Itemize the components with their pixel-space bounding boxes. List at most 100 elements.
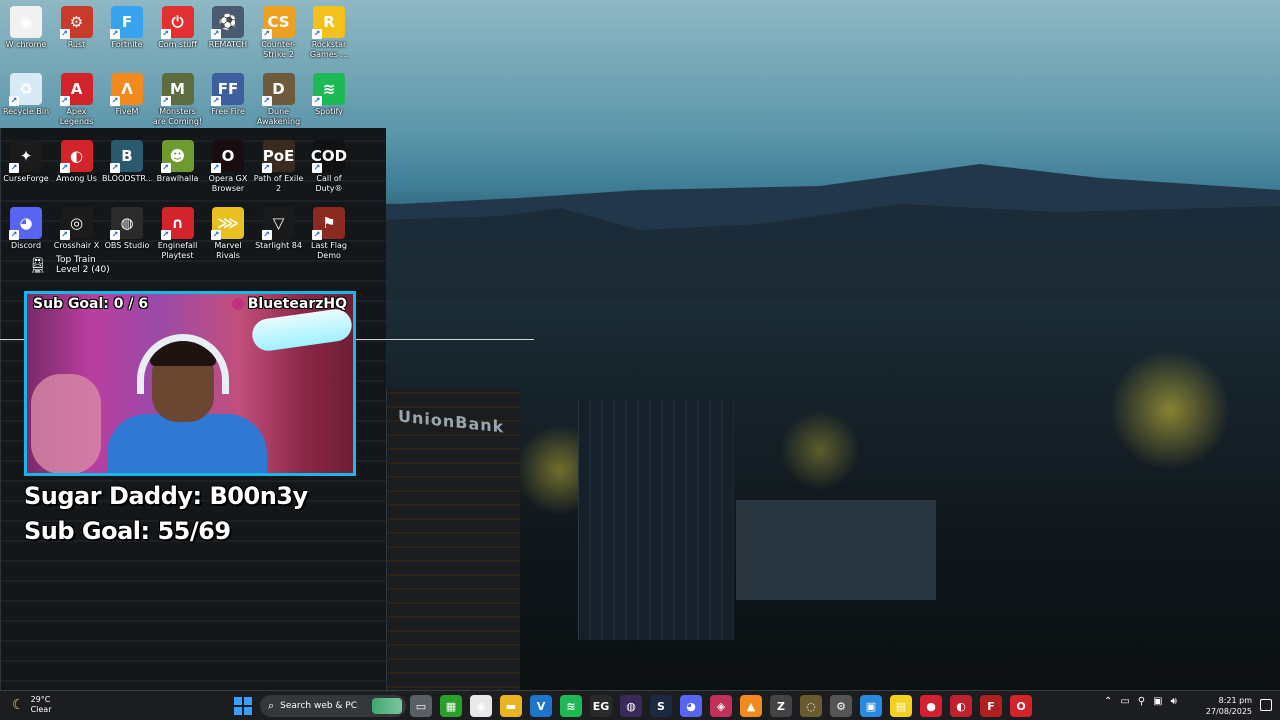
desktop-shortcut[interactable]: ◐ ↗ Among Us xyxy=(52,136,102,184)
cam-sub-goal: Sub Goal: 0 / 6 xyxy=(33,296,149,312)
chevron-up-icon[interactable]: ⌃ xyxy=(1104,696,1112,707)
sub-goal-text: Sub Goal: 55/69 xyxy=(24,517,231,545)
photos-icon[interactable]: ▣ xyxy=(860,695,882,717)
shortcut-arrow-icon: ↗ xyxy=(160,96,171,106)
search-input[interactable] xyxy=(280,701,371,711)
desktop-shortcut-label: Call of Duty® xyxy=(315,174,343,193)
desktop-shortcut[interactable]: ⋙ ↗ Marvel Rivals xyxy=(203,203,253,261)
brawlhalla-icon: ☻ ↗ xyxy=(160,140,194,173)
shortcut-arrow-icon: ↗ xyxy=(160,29,171,39)
cs-taskbar-icon[interactable]: ◌ xyxy=(800,695,822,717)
desktop-shortcut[interactable]: ≋ ↗ Spotify xyxy=(304,69,354,117)
desktop-shortcut[interactable]: ▽ ↗ Starlight 84 xyxy=(254,203,304,251)
opera-gx-icon: O ↗ xyxy=(211,140,244,173)
shortcut-arrow-icon: ↗ xyxy=(312,163,322,173)
desktop-shortcut[interactable]: ◕ ↗ Discord xyxy=(1,203,51,251)
desktop-shortcut[interactable]: O ↗ Opera GX Browser xyxy=(203,136,253,194)
desktop-shortcut[interactable]: Λ ↗ FiveM xyxy=(102,69,152,117)
desktop-shortcut[interactable]: PoE ↗ Path of Exile 2 xyxy=(254,136,304,194)
discord-taskbar-icon[interactable]: ◕ xyxy=(680,695,702,717)
obs-taskbar-icon[interactable]: ◍ xyxy=(620,695,642,717)
desktop-shortcut[interactable]: COD ↗ Call of Duty® xyxy=(304,136,354,194)
record-icon[interactable]: ● xyxy=(920,695,942,717)
spotify-taskbar-icon[interactable]: ≋ xyxy=(560,695,582,717)
network-icon[interactable]: ▣ xyxy=(1153,696,1162,707)
sticky-notes-icon[interactable]: ▤ xyxy=(890,695,912,717)
volume-icon[interactable]: 🔊︎ xyxy=(1171,696,1177,707)
search-highlight-icon xyxy=(372,698,402,714)
dune-icon: D ↗ xyxy=(261,73,295,106)
shortcut-arrow-icon: ↗ xyxy=(110,96,120,106)
desktop-shortcut-label: Spotify xyxy=(315,107,343,116)
weather-widget[interactable]: ☾ 29°C Clear xyxy=(12,695,51,715)
clock-date: 27/08/2025 xyxy=(1205,707,1252,716)
display-icon[interactable]: ▭ xyxy=(1120,696,1129,707)
desktop-shortcut[interactable]: ◍ ↗ OBS Studio xyxy=(102,203,152,251)
desktop-shortcut[interactable]: F ↗ Fortnite xyxy=(102,2,152,50)
tower-center xyxy=(578,400,734,640)
cam-handle-text: BluetearzHQ xyxy=(247,296,347,312)
mic-icon[interactable]: ⚲ xyxy=(1138,696,1145,707)
path-of-exile-icon: PoE ↗ xyxy=(261,140,295,173)
overlay-icon[interactable]: Z xyxy=(770,695,792,717)
desktop-shortcut[interactable]: ◎ ↗ Crosshair X xyxy=(52,203,102,251)
shortcut-arrow-icon: ↗ xyxy=(9,230,19,240)
desktop-shortcut-label: Dune Awakening xyxy=(256,107,301,126)
shortcut-arrow-icon: ↗ xyxy=(261,230,272,240)
desktop-shortcut[interactable]: ⚙ ↗ Rust xyxy=(52,2,102,50)
desktop-shortcut[interactable]: CS ↗ Counter-Strike 2 xyxy=(254,2,304,60)
opera-taskbar-icon[interactable]: O xyxy=(1010,695,1032,717)
chrome-taskbar-icon[interactable]: ◉ xyxy=(470,695,492,717)
shortcut-arrow-icon: ↗ xyxy=(312,96,322,106)
steam-icon[interactable]: S xyxy=(650,695,672,717)
desktop-shortcut[interactable]: ⚽ ↗ REMATCH xyxy=(203,2,253,50)
shortcut-arrow-icon: ↗ xyxy=(261,163,272,173)
desktop-shortcut-label: Starlight 84 xyxy=(255,241,302,250)
settings-icon[interactable]: ⚙ xyxy=(830,695,852,717)
desktop-shortcut[interactable]: FF ↗ Free Fire xyxy=(203,69,253,117)
desktop-shortcut[interactable]: ⏻ ↗ Com stuff xyxy=(153,2,203,50)
desktop-shortcut[interactable]: ✦ ↗ CurseForge xyxy=(1,136,51,184)
shortcut-arrow-icon: ↗ xyxy=(59,230,70,240)
shortcut-arrow-icon: ↗ xyxy=(160,163,171,173)
discord-icon: ◕ ↗ xyxy=(9,207,42,240)
xbox-app-icon[interactable]: ▦ xyxy=(440,695,462,717)
among-us-icon: ◐ ↗ xyxy=(59,140,93,173)
desktop-shortcut-label: Crosshair X xyxy=(53,241,100,250)
taskbar-search[interactable]: ⌕ xyxy=(260,695,406,717)
desktop-shortcut[interactable]: ♻ ↗ Recycle Bin xyxy=(1,69,51,117)
desktop-shortcut-label: Apex Legends xyxy=(59,107,94,126)
desktop-shortcut-label: Enginefall Playtest xyxy=(157,241,198,260)
desktop-shortcut[interactable]: D ↗ Dune Awakening xyxy=(254,69,304,127)
train-icon: 🚆︎ xyxy=(28,256,48,274)
desktop-shortcut[interactable]: A ↗ Apex Legends xyxy=(52,69,102,127)
fortnite-taskbar-icon[interactable]: F xyxy=(980,695,1002,717)
vlc-icon[interactable]: ▲ xyxy=(740,695,762,717)
desktop-shortcut-label: Brawlhalla xyxy=(156,174,199,183)
marvel-rivals-icon: ⋙ ↗ xyxy=(211,207,244,240)
app-icon[interactable]: ◈ xyxy=(710,695,732,717)
cam-handle: BluetearzHQ xyxy=(231,296,347,312)
desktop-shortcut[interactable]: ☻ ↗ Brawlhalla xyxy=(153,136,203,184)
folder-icon[interactable]: ▬ xyxy=(500,695,522,717)
media-icon[interactable]: ◐ xyxy=(950,695,972,717)
desktop-shortcut[interactable]: B ↗ BLOODSTR... xyxy=(102,136,152,184)
start-button[interactable] xyxy=(234,697,252,715)
desktop-shortcut[interactable]: ⚑ ↗ Last Flag Demo xyxy=(304,203,354,261)
sugar-daddy-text: Sugar Daddy: B00n3y xyxy=(24,482,308,510)
desktop-shortcut[interactable]: M↗Monsters are Coming! R... xyxy=(153,69,203,127)
desktop-shortcut[interactable]: ◉ W chrome xyxy=(1,2,51,50)
rockstar-icon: R ↗ xyxy=(312,6,345,39)
clock[interactable]: 8:21 pm 27/08/2025 xyxy=(1206,695,1252,717)
desktop-shortcut-label: CurseForge xyxy=(3,174,49,183)
desktop-shortcut-label: OBS Studio xyxy=(104,241,150,250)
desktop-shortcut[interactable]: ∩ ↗ Enginefall Playtest xyxy=(153,203,203,261)
file-explorer-icon[interactable]: ▭ xyxy=(410,695,432,717)
desktop-shortcut[interactable]: R ↗ Rockstar Games ... xyxy=(304,2,354,60)
epic-games-icon[interactable]: EG xyxy=(590,695,612,717)
fivem-icon: Λ ↗ xyxy=(110,73,143,106)
vscode-icon[interactable]: V xyxy=(530,695,552,717)
shortcut-arrow-icon: ↗ xyxy=(211,230,221,240)
notification-icon[interactable] xyxy=(1260,699,1272,711)
curseforge-icon: ✦ ↗ xyxy=(9,140,42,173)
